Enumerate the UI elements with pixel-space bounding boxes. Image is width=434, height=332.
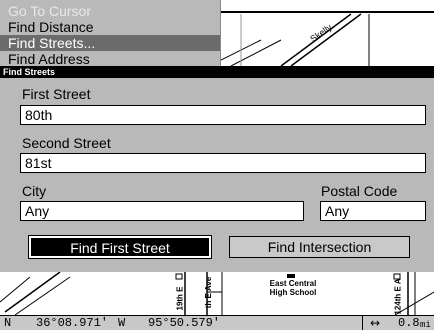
lon-hemisphere: W xyxy=(118,316,126,330)
map-top-border xyxy=(221,11,434,13)
find-first-street-button[interactable]: Find First Street xyxy=(28,235,212,259)
find-streets-dialog: Find Streets First Street 80th Second St… xyxy=(0,66,434,273)
city-label: City xyxy=(22,183,47,199)
map-label-19th: 19th E xyxy=(175,286,185,311)
second-street-label: Second Street xyxy=(22,135,111,151)
postal-code-field[interactable]: Any xyxy=(320,201,426,221)
distance-readout: 0.8 xyxy=(398,316,420,330)
status-divider xyxy=(362,315,363,330)
menu-item-find-address[interactable]: Find Address xyxy=(0,51,220,66)
postal-code-label: Postal Code xyxy=(321,183,398,199)
school-name-line1: East Central xyxy=(269,279,317,288)
school-name-line2: High School xyxy=(269,288,317,297)
find-intersection-button[interactable]: Find Intersection xyxy=(229,236,410,258)
first-street-label: First Street xyxy=(22,86,91,102)
distance-arrow-icon: ↔ xyxy=(370,316,381,330)
find-menu: Go To Cursor Find Distance Find Streets.… xyxy=(0,0,221,66)
second-street-field[interactable]: 81st xyxy=(20,153,426,173)
status-bar: N 36°08.971' W 95°50.579' ↔ 0.8 mi xyxy=(0,315,434,330)
first-street-field[interactable]: 80th xyxy=(20,105,426,125)
map-roads-bottom xyxy=(0,272,434,315)
distance-unit: mi xyxy=(420,320,431,330)
menu-item-find-distance[interactable]: Find Distance xyxy=(0,19,220,35)
latitude-readout: 36°08.971' xyxy=(36,316,109,330)
map-view-bottom[interactable]: 19th E th E Ave 124th E A East Central H… xyxy=(0,272,434,315)
longitude-readout: 95°50.579' xyxy=(148,316,221,330)
map-label-ave: th E Ave xyxy=(204,276,214,309)
lat-hemisphere: N xyxy=(4,316,12,330)
city-field[interactable]: Any xyxy=(20,201,304,221)
menu-item-find-streets[interactable]: Find Streets... xyxy=(0,35,220,51)
map-view-top[interactable]: Skelly xyxy=(221,0,434,66)
map-poi-school: East Central High School xyxy=(258,279,328,297)
map-label-124th: 124th E A xyxy=(393,278,403,315)
dialog-title: Find Streets xyxy=(0,66,434,78)
menu-item-go-to-cursor[interactable]: Go To Cursor xyxy=(0,3,220,19)
